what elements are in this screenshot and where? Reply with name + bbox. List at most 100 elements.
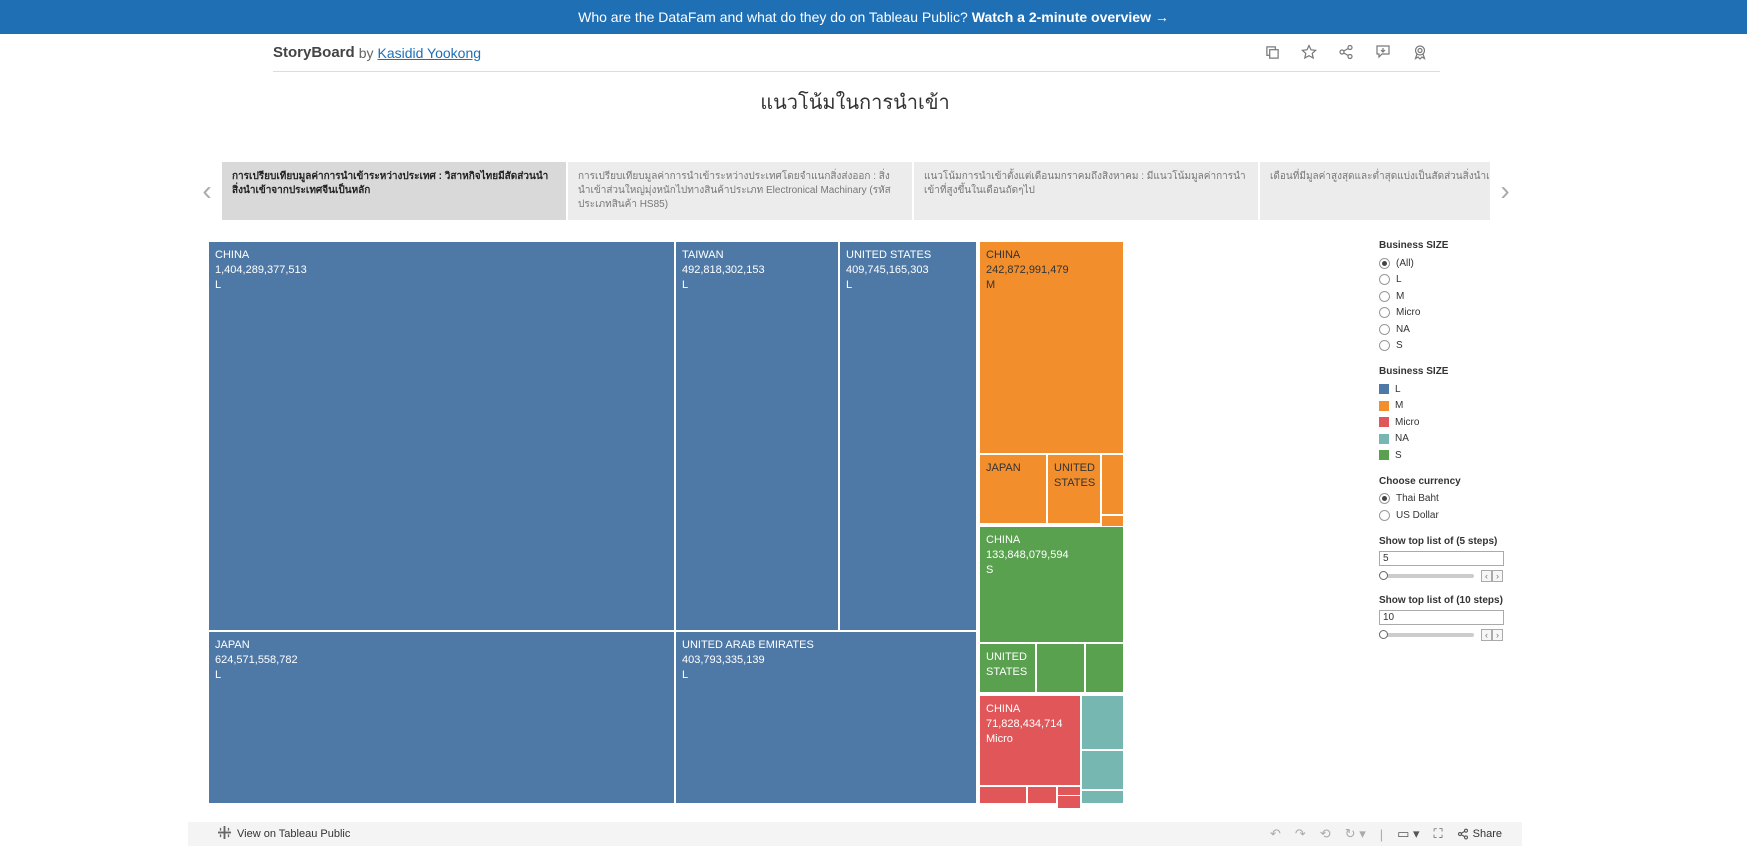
decrement-icon[interactable]: ‹ [1481,628,1492,641]
cell-size: L [682,279,689,291]
next-story-point-button[interactable]: › [1496,176,1514,206]
treemap-cell[interactable]: TAIWAN 492,818,302,153 L [675,241,839,631]
size-option-s[interactable]: S [1379,338,1519,355]
decrement-icon[interactable]: ‹ [1481,569,1492,582]
treemap-cell[interactable]: UNITED STATES 409,745,165,303 L [839,241,977,631]
size-option-m[interactable]: M [1379,288,1519,305]
by-label: by [358,44,374,61]
story-point-3[interactable]: แนวโน้มการนำเข้าตั้งแต่เดือนมกราคมถึงสิง… [914,162,1258,220]
cell-size: L [215,669,222,681]
radio-icon [1379,340,1390,352]
legend-title: Business SIZE [1379,366,1449,377]
cell-size: Micro [986,733,1013,745]
treemap-cell[interactable]: UNITED STATES [979,643,1036,693]
increment-icon[interactable]: › [1492,628,1503,641]
copy-icon[interactable] [1262,42,1282,62]
legend-item-m[interactable]: M [1379,398,1519,415]
treemap-cell[interactable]: CHINA 242,872,991,479 M [979,241,1124,454]
story-point-2[interactable]: การเปรียบเทียบมูลค่าการนำเข้าระหว่างประเ… [568,162,912,220]
increment-icon[interactable]: › [1492,569,1503,582]
slider-thumb[interactable] [1379,570,1388,580]
currency-filter: Choose currency Thai Baht US Dollar [1379,476,1519,524]
cell-country: UNITED ARAB EMIRATES [682,639,814,651]
cell-size: L [682,669,689,681]
brand-title: StoryBoard [273,44,355,61]
treemap-cell[interactable]: JAPAN 624,571,558,782 L [208,631,675,804]
treemap-cell[interactable] [1085,643,1124,693]
banner-link[interactable]: Watch a 2-minute overview → [972,9,1169,25]
size-option-l[interactable]: L [1379,272,1519,289]
badge-icon[interactable] [1410,42,1430,62]
cell-country: CHINA [986,534,1021,546]
currency-option-label: Thai Baht [1396,493,1439,505]
size-option-micro[interactable]: Micro [1379,305,1519,322]
cell-country: JAPAN [986,462,1021,474]
treemap-cell[interactable] [1057,795,1081,809]
top-banner[interactable]: Who are the DataFam and what do they do … [0,0,1747,34]
story-point-4[interactable]: เดือนที่มีมูลค่าสูงสุดและต่ำสุดแบ่งเป็นส… [1260,162,1490,220]
legend-swatch [1379,417,1389,428]
author-link[interactable]: Kasidid Yookong [377,45,481,61]
undo-icon[interactable]: ↶ [1270,826,1281,842]
treemap-cell[interactable] [1101,454,1124,515]
treemap-cell[interactable] [1081,790,1124,804]
treemap-cell[interactable] [1081,695,1124,750]
refresh-icon[interactable]: ↻ ▾ [1345,826,1366,842]
legend-item-l[interactable]: L [1379,381,1519,398]
size-option-label: S [1396,340,1403,352]
treemap-cell[interactable] [1081,750,1124,790]
share-button[interactable]: Share [1457,828,1502,840]
size-option-label: Micro [1396,307,1421,319]
slider-thumb[interactable] [1379,629,1388,639]
size-filter: Business SIZE (All) L M Micro NA S [1379,240,1519,354]
cell-country: CHINA [986,703,1021,715]
comment-dropdown-icon[interactable]: ▭ ▾ [1397,826,1419,842]
cell-size: M [986,279,996,291]
cell-value: 409,745,165,303 [846,264,929,276]
legend-item-s[interactable]: S [1379,447,1519,464]
radio-icon [1379,290,1390,302]
size-filter-title: Business SIZE [1379,240,1449,251]
currency-option-thb[interactable]: Thai Baht [1379,491,1519,508]
view-on-tableau-button[interactable]: View on Tableau Public [218,826,350,842]
treemap-chart: CHINA 1,404,289,377,513 L TAIWAN 492,818… [208,241,1124,809]
treemap-cell[interactable]: UNITED ARAB EMIRATES 403,793,335,139 L [675,631,977,804]
slider-track[interactable] [1379,629,1474,639]
redo-icon[interactable]: ↷ [1295,826,1306,842]
treemap-cell[interactable] [1036,643,1085,693]
top10-input[interactable]: 10 [1379,609,1504,625]
cell-value: 71,828,434,714 [986,718,1063,730]
cell-country: TAIWAN [682,249,724,261]
currency-option-usd[interactable]: US Dollar [1379,507,1519,524]
radio-icon [1379,493,1390,505]
treemap-cell[interactable]: CHINA 1,404,289,377,513 L [208,241,675,631]
view-on-label: View on Tableau Public [237,828,351,840]
treemap-cell[interactable]: JAPAN [979,454,1047,524]
legend-item-micro[interactable]: Micro [1379,414,1519,431]
story-point-1[interactable]: การเปรียบเทียบมูลค่าการนำเข้าระหว่างประเ… [222,162,566,220]
revert-icon[interactable]: ⟲ [1320,826,1331,842]
legend-label: S [1395,449,1402,461]
share-nodes-icon[interactable] [1336,42,1356,62]
legend-swatch [1379,433,1389,444]
cell-country: JAPAN [215,639,250,651]
size-option-all[interactable]: (All) [1379,255,1519,272]
treemap-cell[interactable]: CHINA 71,828,434,714 Micro [979,695,1081,786]
star-icon[interactable] [1299,42,1319,62]
prev-story-point-button[interactable]: ‹ [198,176,216,206]
banner-text: Who are the DataFam and what do they do … [578,9,968,25]
slider-track[interactable] [1379,570,1474,580]
legend-item-na[interactable]: NA [1379,431,1519,448]
legend-swatch [1379,450,1389,461]
treemap-cell[interactable]: CHINA 133,848,079,594 S [979,526,1124,643]
comment-icon[interactable] [1373,42,1393,62]
treemap-cell[interactable] [979,786,1027,804]
divider: | [1379,826,1384,842]
cell-size: L [215,279,222,291]
fullscreen-icon[interactable]: ⛶ [1434,826,1443,842]
legend-label: L [1395,383,1401,395]
top5-input[interactable]: 5 [1379,550,1504,566]
treemap-cell[interactable] [1027,786,1057,804]
treemap-cell[interactable]: UNITED STATES [1047,454,1101,524]
size-option-na[interactable]: NA [1379,321,1519,338]
